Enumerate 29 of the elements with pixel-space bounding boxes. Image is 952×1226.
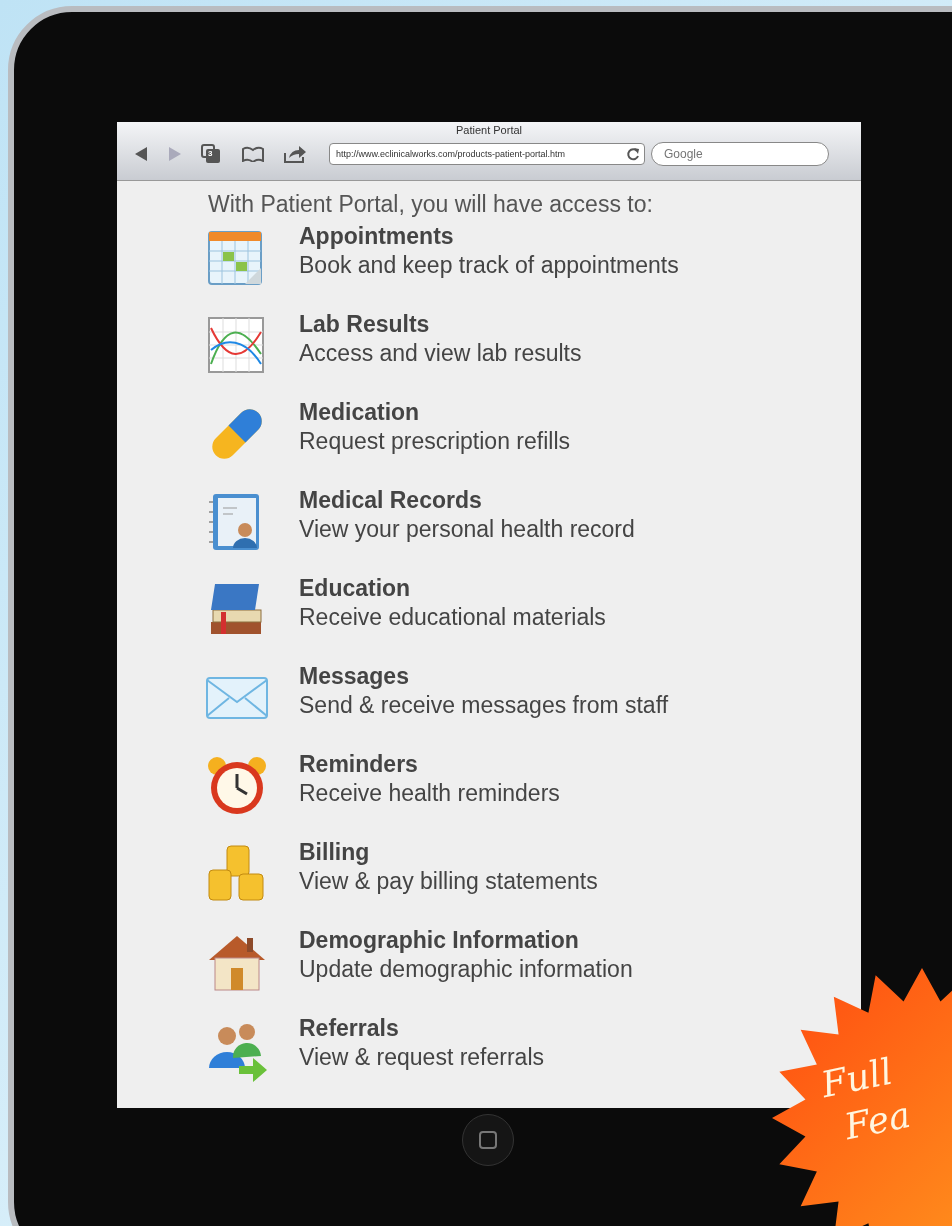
feature-description: Receive health reminders bbox=[299, 779, 560, 808]
feature-description: Receive educational materials bbox=[299, 603, 606, 632]
feature-description: Access and view lab results bbox=[299, 339, 582, 368]
feature-description: Book and keep track of appointments bbox=[299, 251, 679, 280]
feature-title[interactable]: Demographic Information bbox=[299, 926, 633, 954]
address-field[interactable]: http://www.eclinicalworks.com/products-patient-portal.htm bbox=[329, 143, 645, 165]
feature-title[interactable]: Lab Results bbox=[299, 310, 582, 338]
feature-title[interactable]: Appointments bbox=[299, 222, 679, 250]
feature-title[interactable]: Medication bbox=[299, 398, 570, 426]
page-title: Patient Portal bbox=[455, 124, 522, 136]
feature-description: View & request referrals bbox=[299, 1043, 544, 1072]
feature-title[interactable]: Referrals bbox=[299, 1014, 544, 1042]
feature-title[interactable]: Education bbox=[299, 574, 606, 602]
feature-description: View & pay billing statements bbox=[299, 867, 598, 896]
share-button[interactable] bbox=[283, 145, 307, 163]
bookmarks-button[interactable] bbox=[241, 146, 265, 162]
back-button[interactable] bbox=[133, 146, 149, 162]
feature-title[interactable]: Billing bbox=[299, 838, 598, 866]
feature-description: View your personal health record bbox=[299, 515, 635, 544]
feature-title[interactable]: Messages bbox=[299, 662, 669, 690]
feature-title[interactable]: Medical Records bbox=[299, 486, 635, 514]
search-field[interactable]: Google bbox=[651, 142, 829, 166]
feature-description: Update demographic information bbox=[299, 955, 633, 984]
feature-description: Send & receive messages from staff bbox=[299, 691, 669, 720]
intro-heading: With Patient Portal, you will have access to: bbox=[208, 191, 654, 218]
tabs-button[interactable]: 3 bbox=[201, 144, 223, 164]
feature-title[interactable]: Reminders bbox=[299, 750, 560, 778]
reload-icon[interactable] bbox=[626, 147, 640, 161]
feature-description: Request prescription refills bbox=[299, 427, 570, 456]
